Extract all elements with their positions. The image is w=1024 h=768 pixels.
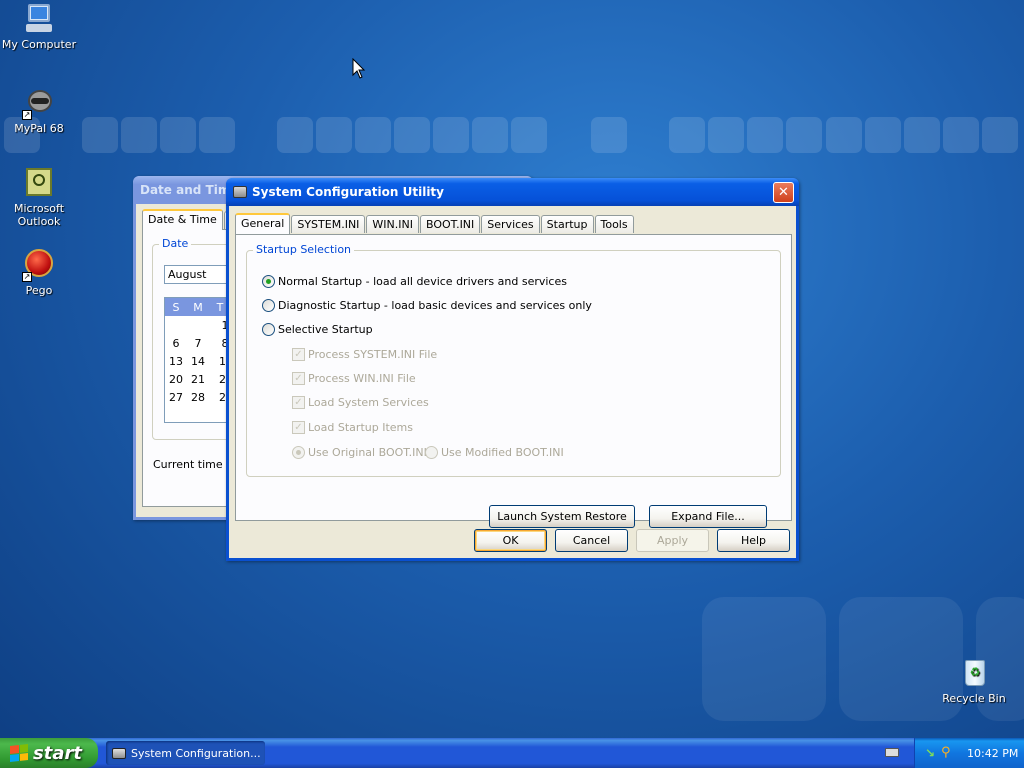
tab-boot-ini[interactable]: BOOT.INI [419,215,481,233]
window-title: System Configuration Utility [252,185,444,199]
desktop-icon-pego[interactable]: ↗ Pego [0,248,78,297]
outlook-icon [22,166,56,200]
system-tray: ↘ ⚲ 10:42 PM [914,738,1024,768]
tab-system-ini[interactable]: SYSTEM.INI [291,215,366,233]
close-icon: ✕ [778,185,789,200]
taskbar-item-system-configuration[interactable]: System Configuration... [106,741,265,765]
process-win-ini-label: Process WIN.INI File [308,372,416,385]
mypal-icon: ↗ [22,86,56,120]
desktop-icon-label: MyPal 68 [14,122,64,135]
calendar-day[interactable]: 28 [187,391,209,404]
start-button[interactable]: start [0,738,98,768]
close-button[interactable]: ✕ [773,182,794,203]
calendar-day[interactable]: 20 [165,373,187,386]
process-system-ini-option: ✓ Process SYSTEM.INI File [292,348,437,361]
app-icon [233,186,247,198]
selective-startup-label: Selective Startup [278,323,373,336]
tab-services[interactable]: Services [481,215,540,233]
desktop-icon-mypal[interactable]: ↗ MyPal 68 [0,86,78,135]
general-tab-panel: Startup Selection Normal Startup - load … [235,234,792,528]
cancel-button[interactable]: Cancel [555,529,628,552]
launch-system-restore-button[interactable]: Launch System Restore [489,505,635,528]
diagnostic-startup-option[interactable]: Diagnostic Startup - load basic devices … [262,299,592,312]
weekday-header: S [172,300,180,314]
tab-startup[interactable]: Startup [540,215,594,233]
desktop-icon-label: Pego [25,284,53,297]
selective-startup-option[interactable]: Selective Startup [262,323,373,336]
load-startup-items-label: Load Startup Items [308,421,413,434]
recycle-bin-icon: ♻ [957,656,991,690]
tab-date-time[interactable]: Date & Time [142,209,223,230]
apply-button[interactable]: Apply [636,529,709,552]
load-system-services-checkbox: ✓ [292,396,305,409]
use-modified-boot-ini-label: Use Modified BOOT.INI [441,446,564,459]
windows-flag-icon [10,744,28,762]
ok-button[interactable]: OK [474,529,547,552]
desktop-icon-label: My Computer [1,38,77,51]
calendar-day[interactable]: 14 [187,355,209,368]
calendar-day[interactable]: 7 [187,337,209,350]
load-startup-items-checkbox: ✓ [292,421,305,434]
expand-file-button[interactable]: Expand File... [649,505,767,528]
process-win-ini-option: ✓ Process WIN.INI File [292,372,416,385]
use-original-boot-ini-radio [292,446,305,459]
selective-startup-radio[interactable] [262,323,275,336]
mouse-cursor [352,57,366,83]
calendar-day[interactable]: 27 [165,391,187,404]
normal-startup-radio[interactable] [262,275,275,288]
tab-win-ini[interactable]: WIN.INI [366,215,419,233]
calendar-day[interactable]: 13 [165,355,187,368]
clock[interactable]: 10:42 PM [967,747,1018,760]
msconfig-titlebar[interactable]: System Configuration Utility ✕ [226,178,799,206]
tab-tools[interactable]: Tools [594,215,634,233]
computer-icon [22,2,56,36]
tab-general[interactable]: General [235,213,291,234]
help-button[interactable]: Help [717,529,790,552]
app-icon [112,747,126,759]
desktop-icon-label: Recycle Bin [942,692,1006,705]
keyboard-icon[interactable] [885,748,899,757]
month-value: August [168,268,207,281]
load-system-services-option: ✓ Load System Services [292,396,429,409]
calendar-day[interactable]: 21 [187,373,209,386]
desktop-icon-label: Microsoft Outlook [13,202,65,228]
process-system-ini-checkbox: ✓ [292,348,305,361]
msconfig-window[interactable]: System Configuration Utility ✕ General S… [226,178,799,561]
pego-icon: ↗ [22,248,56,282]
desktop-icon-recycle-bin[interactable]: ♻ Recycle Bin [935,656,1013,705]
network-icon[interactable]: ↘ [925,747,937,759]
search-icon[interactable]: ⚲ [941,746,955,760]
taskbar-item-label: System Configuration... [131,746,261,760]
desktop-icon-outlook[interactable]: Microsoft Outlook [0,166,78,228]
month-select[interactable]: August [164,265,234,284]
taskbar: start System Configuration... ↘ ⚲ 10:42 … [0,738,1024,768]
diagnostic-startup-radio[interactable] [262,299,275,312]
use-modified-boot-ini-option: Use Modified BOOT.INI [425,446,564,459]
process-system-ini-label: Process SYSTEM.INI File [308,348,438,361]
use-original-boot-ini-option: Use Original BOOT.INI [292,446,427,459]
diagnostic-startup-label: Diagnostic Startup - load basic devices … [278,299,592,312]
normal-startup-label: Normal Startup - load all device drivers… [278,275,567,288]
date-group-label: Date [159,237,192,250]
load-startup-items-option: ✓ Load Startup Items [292,421,413,434]
load-system-services-label: Load System Services [308,396,429,409]
normal-startup-option[interactable]: Normal Startup - load all device drivers… [262,275,567,288]
desktop-icon-my-computer[interactable]: My Computer [0,2,78,51]
start-label: start [33,742,82,764]
use-original-boot-ini-label: Use Original BOOT.INI [308,446,427,459]
weekday-header: M [193,300,203,314]
startup-selection-label: Startup Selection [253,243,355,256]
calendar-day[interactable]: 6 [165,337,187,350]
process-win-ini-checkbox: ✓ [292,372,305,385]
use-modified-boot-ini-radio [425,446,438,459]
